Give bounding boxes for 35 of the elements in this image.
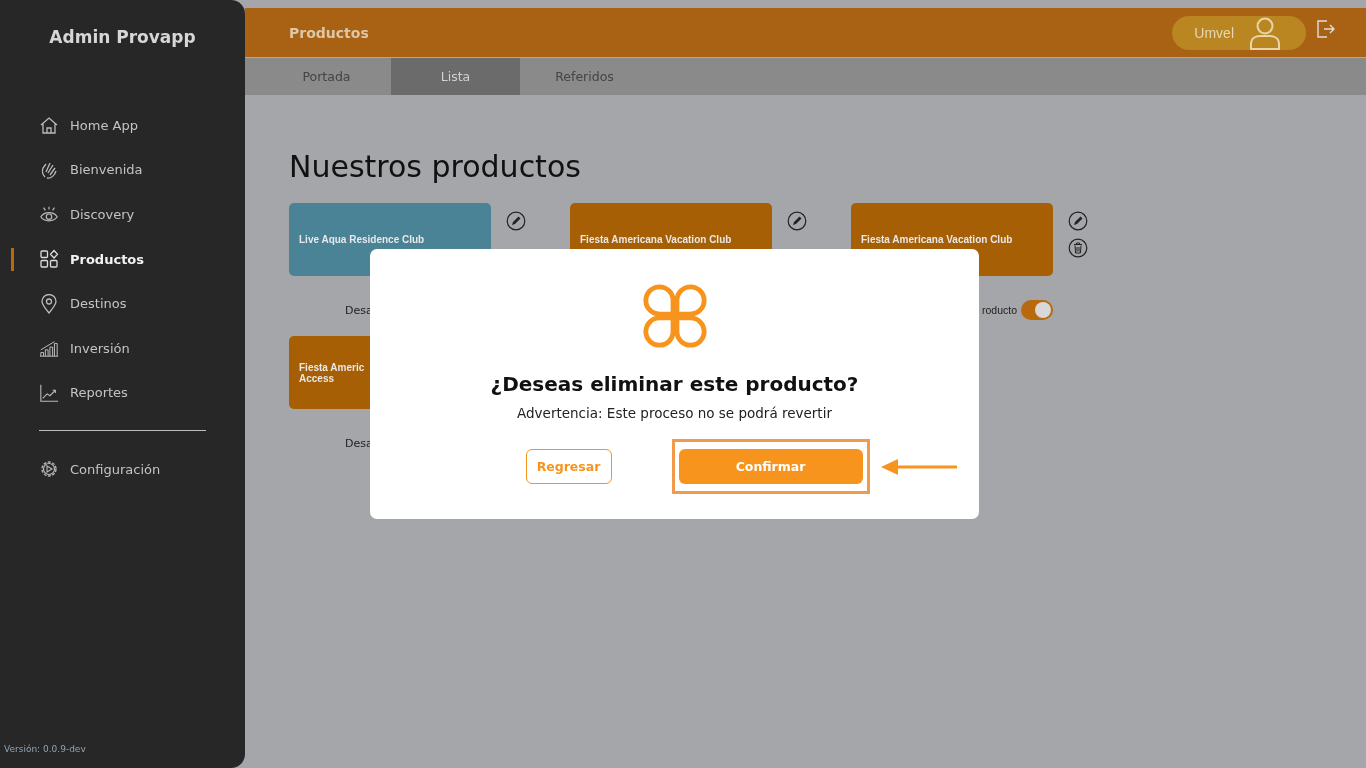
sidebar-item[interactable]: Inversión bbox=[0, 325, 245, 371]
toggle-switch[interactable] bbox=[1021, 300, 1053, 320]
version-label: Versión: 0.0.9-dev bbox=[3, 744, 87, 756]
sidebar-item[interactable]: Productos bbox=[0, 236, 245, 282]
gear-icon bbox=[39, 459, 59, 480]
sidebar-item[interactable]: Configuración bbox=[0, 447, 245, 492]
dialog-message: Advertencia: Este proceso no se podrá revertir bbox=[517, 405, 832, 421]
tab[interactable]: Portada bbox=[262, 58, 391, 95]
app-title: Admin Provapp bbox=[48, 27, 197, 49]
home-icon bbox=[39, 115, 59, 136]
sidebar-item[interactable]: Destinos bbox=[0, 281, 245, 326]
sidebar-item[interactable]: Reportes bbox=[0, 370, 245, 416]
location-pin-icon bbox=[39, 293, 59, 314]
sidebar-item[interactable]: Home App bbox=[0, 103, 245, 148]
clover-logo-icon bbox=[640, 282, 709, 350]
sidebar-item[interactable]: Bienvenida bbox=[0, 147, 245, 193]
user-button[interactable]: Umvel bbox=[1172, 15, 1306, 50]
logout-icon[interactable] bbox=[1316, 18, 1336, 39]
page-title: Nuestros productos bbox=[289, 148, 582, 186]
edit-icon[interactable] bbox=[1068, 211, 1088, 231]
toggle-label: roducto bbox=[981, 304, 1017, 316]
tab[interactable]: Referidos bbox=[520, 58, 649, 95]
delete-icon[interactable] bbox=[1068, 238, 1088, 258]
confirm-button[interactable]: Confirmar bbox=[678, 449, 863, 484]
edit-icon[interactable] bbox=[506, 211, 526, 231]
tab[interactable]: Lista bbox=[391, 58, 520, 95]
bar-chart-icon bbox=[39, 338, 59, 359]
dialog-title: ¿Deseas eliminar este producto? bbox=[490, 372, 859, 396]
line-chart-icon bbox=[39, 382, 59, 403]
back-button[interactable]: Regresar bbox=[525, 449, 612, 484]
user-icon bbox=[1248, 15, 1282, 50]
sidebar-item[interactable]: Discovery bbox=[0, 192, 245, 237]
edit-icon[interactable] bbox=[787, 211, 807, 231]
page-header-title: Productos bbox=[289, 24, 370, 41]
grid-icon bbox=[39, 249, 59, 270]
